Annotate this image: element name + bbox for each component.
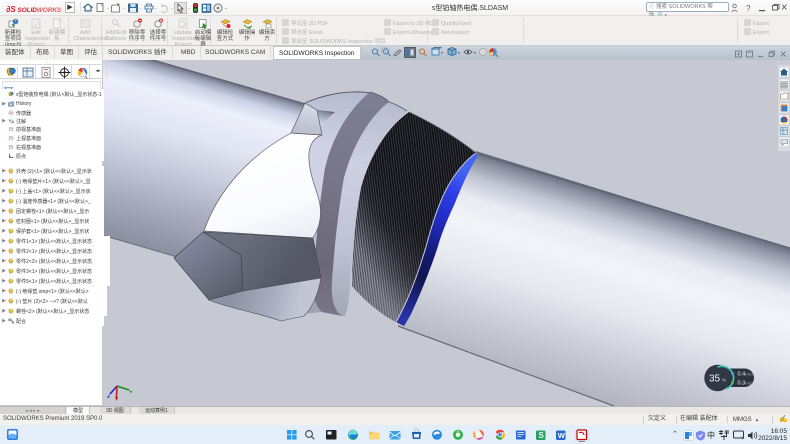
svg-text:-: -: [171, 6, 173, 12]
svg-text:▾: ▾: [474, 50, 476, 55]
svg-text:?: ?: [746, 4, 751, 13]
svg-text:-: -: [107, 6, 109, 12]
svg-text:35: 35: [709, 374, 721, 385]
svg-text:-: -: [123, 6, 125, 12]
svg-text:-: -: [225, 6, 227, 12]
svg-text:-: -: [139, 6, 141, 12]
svg-text:▾: ▾: [441, 50, 443, 55]
svg-text:-: -: [155, 6, 157, 12]
svg-text:%: %: [722, 378, 726, 383]
svg-text:S: S: [539, 431, 545, 440]
svg-text:W: W: [558, 431, 566, 440]
svg-text:-: -: [188, 6, 190, 12]
svg-text:▾: ▾: [458, 50, 460, 55]
